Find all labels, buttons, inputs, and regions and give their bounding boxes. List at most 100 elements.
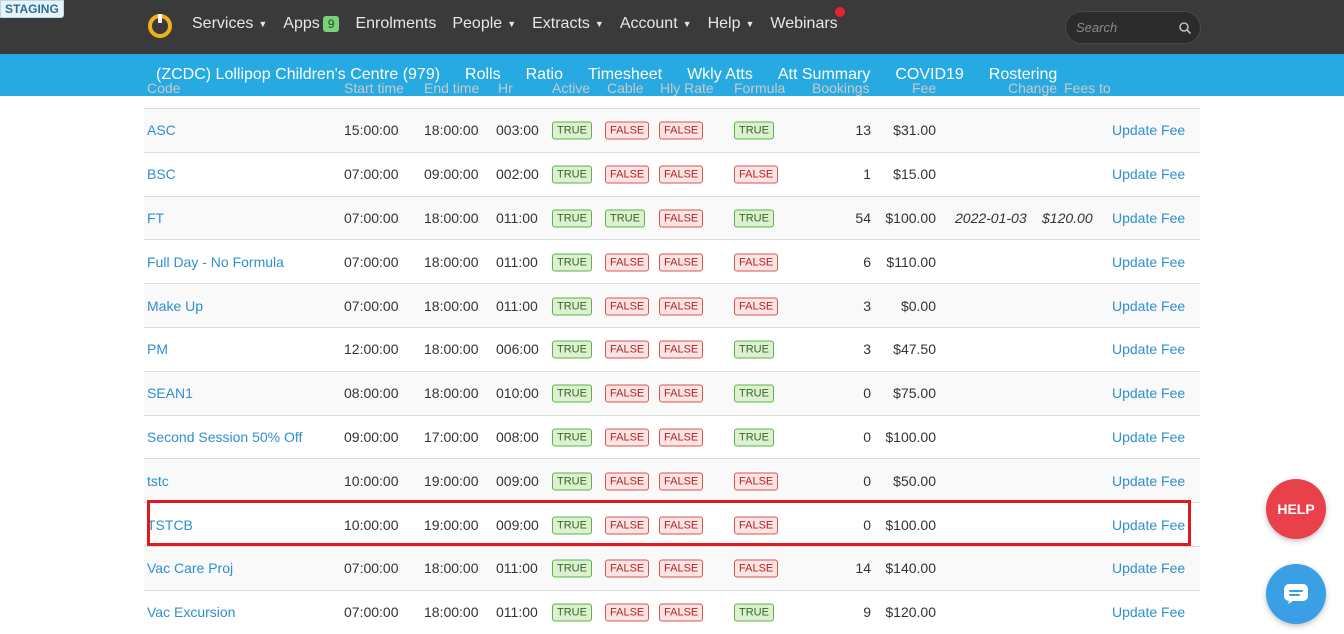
session-code-link[interactable]: TSTCB	[147, 517, 193, 533]
top-navbar: STAGING Services ▼ Apps 9 Enrolments Peopl…	[0, 0, 1344, 54]
fee-amount: $100.00	[885, 428, 936, 445]
hours: 008:00	[496, 428, 539, 445]
cable-badge: FALSE	[605, 340, 650, 359]
cable-badge: FALSE	[605, 253, 650, 272]
formula-badge-cell: TRUE	[734, 384, 774, 403]
session-code-link[interactable]: BSC	[147, 166, 176, 182]
active-badge: TRUE	[552, 559, 592, 578]
hours: 011:00	[496, 209, 538, 226]
cable-badge: FALSE	[605, 165, 650, 184]
table-row: SEAN1 08:00:00 18:00:00 010:00 TRUE FALSE FALS…	[144, 371, 1200, 416]
start-time: 07:00:00	[344, 297, 399, 314]
fee-amount: $50.00	[893, 472, 936, 489]
session-code-link[interactable]: Second Session 50% Off	[147, 429, 302, 445]
cable-badge: FALSE	[605, 516, 650, 535]
cable-badge-cell: FALSE	[605, 515, 650, 535]
cable-badge: FALSE	[605, 472, 650, 491]
end-time: 18:00:00	[424, 297, 479, 314]
update-fee-link[interactable]: Update Fee	[1112, 560, 1185, 576]
start-time: 12:00:00	[344, 341, 399, 358]
help-button[interactable]: HELP	[1266, 479, 1326, 539]
hours: 009:00	[496, 472, 539, 489]
search-icon[interactable]	[1178, 21, 1192, 35]
update-fee-link[interactable]: Update Fee	[1112, 166, 1185, 182]
session-code-link[interactable]: PM	[147, 341, 168, 357]
nav-webinars-label: Webinars	[770, 15, 838, 32]
session-code-link[interactable]: ASC	[147, 122, 176, 138]
nav-extracts[interactable]: Extracts ▼	[532, 15, 604, 33]
nav-people[interactable]: People ▼	[452, 15, 516, 33]
formula-badge: TRUE	[734, 209, 774, 228]
update-fee-link[interactable]: Update Fee	[1112, 517, 1185, 533]
app-logo-icon[interactable]	[146, 11, 174, 39]
session-code-link[interactable]: Full Day - No Formula	[147, 254, 284, 270]
active-badge: TRUE	[552, 340, 592, 359]
table-row: Vac Excursion 07:00:00 18:00:00 011:00 TRUE F…	[144, 590, 1200, 634]
start-time: 07:00:00	[344, 604, 399, 621]
formula-badge-cell: TRUE	[734, 208, 774, 228]
start-time: 15:00:00	[344, 122, 399, 139]
hourly-rate-badge: FALSE	[659, 165, 704, 184]
update-fee-link[interactable]: Update Fee	[1112, 254, 1185, 270]
update-fee-link[interactable]: Update Fee	[1112, 122, 1185, 138]
header-hly-rate: Hly Rate	[660, 80, 714, 96]
header-active: Active	[552, 80, 591, 96]
chevron-down-icon: ▼	[745, 19, 755, 29]
chevron-down-icon: ▼	[258, 19, 268, 29]
hours: 011:00	[496, 560, 538, 577]
formula-badge: TRUE	[734, 121, 774, 140]
bookings-count: 6	[863, 253, 871, 270]
nav-help[interactable]: Help ▼	[708, 15, 755, 33]
search-input[interactable]	[1076, 20, 1172, 35]
update-fee-link[interactable]: Update Fee	[1112, 341, 1185, 357]
chevron-down-icon: ▼	[507, 19, 517, 29]
session-code-link[interactable]: tstc	[147, 473, 169, 489]
active-badge-cell: TRUE	[552, 559, 592, 578]
nav-people-label: People	[452, 15, 503, 32]
apps-count-badge: 9	[322, 16, 340, 32]
bookings-count: 0	[863, 472, 871, 489]
hourly-rate-badge-cell: FALSE	[659, 471, 704, 491]
chevron-down-icon: ▼	[682, 19, 692, 29]
formula-badge-cell: FALSE	[734, 559, 779, 578]
nav-services[interactable]: Services ▼	[192, 15, 267, 33]
end-time: 18:00:00	[424, 122, 479, 139]
cable-badge-cell: FALSE	[605, 559, 650, 578]
session-code-link[interactable]: Vac Excursion	[147, 604, 235, 620]
session-code-link[interactable]: Make Up	[147, 298, 203, 314]
bookings-count: 0	[863, 516, 871, 533]
fee-amount: $0.00	[900, 297, 936, 314]
fee-amount: $100.00	[885, 209, 936, 226]
hourly-rate-badge: FALSE	[659, 516, 704, 535]
update-fee-link[interactable]: Update Fee	[1112, 604, 1185, 620]
chat-button[interactable]	[1266, 564, 1326, 624]
update-fee-link[interactable]: Update Fee	[1112, 298, 1185, 314]
staging-label: STAGING	[0, 0, 64, 18]
session-code-link[interactable]: SEAN1	[147, 385, 193, 401]
session-code-link[interactable]: FT	[147, 210, 164, 226]
active-badge: TRUE	[552, 253, 592, 272]
header-bookings: Bookings	[812, 80, 870, 96]
header-end: End time	[424, 80, 480, 96]
hourly-rate-badge-cell: FALSE	[659, 208, 704, 228]
nav-apps[interactable]: Apps 9	[283, 15, 340, 33]
update-fee-link[interactable]: Update Fee	[1112, 473, 1185, 489]
formula-badge-cell: FALSE	[734, 165, 779, 184]
table-row: FT 07:00:00 18:00:00 011:00 TRUE TRUE FALSE TRU…	[144, 196, 1200, 241]
active-badge-cell: TRUE	[552, 427, 592, 447]
end-time: 17:00:00	[424, 428, 479, 445]
update-fee-link[interactable]: Update Fee	[1112, 429, 1185, 445]
cable-badge: FALSE	[605, 297, 650, 316]
update-fee-link[interactable]: Update Fee	[1112, 210, 1185, 226]
start-time: 07:00:00	[344, 166, 399, 183]
table-row: Make Up 07:00:00 18:00:00 011:00 TRUE FALSE FA…	[144, 284, 1200, 328]
nav-webinars[interactable]: Webinars	[770, 15, 837, 33]
hours: 010:00	[496, 385, 539, 402]
session-code-link[interactable]: Vac Care Proj	[147, 560, 233, 576]
formula-badge-cell: FALSE	[734, 296, 779, 316]
update-fee-link[interactable]: Update Fee	[1112, 385, 1185, 401]
nav-account[interactable]: Account ▼	[620, 15, 692, 33]
header-start: Start time	[344, 80, 404, 96]
active-badge: TRUE	[552, 472, 592, 491]
nav-enrolments[interactable]: Enrolments	[355, 15, 436, 33]
